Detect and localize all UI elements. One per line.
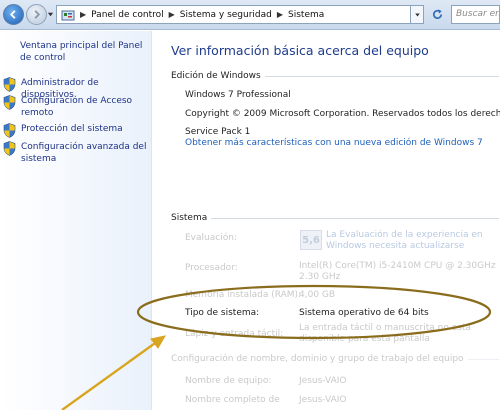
- rating-badge[interactable]: 5,6: [300, 230, 322, 250]
- rating-label: Evaluación:: [185, 233, 237, 243]
- memory-label: Memoria instalada (RAM):: [185, 290, 302, 300]
- pen-touch-value: La entrada táctil o manuscrita no está d…: [299, 323, 471, 344]
- computer-name-value: Jesus-VAIO: [299, 376, 347, 386]
- rating-badge-value: 5,6: [302, 234, 320, 246]
- system-type-value: Sistema operativo de 64 bits: [299, 308, 429, 318]
- section-windows-edition: Edición de Windows: [171, 71, 499, 81]
- section-heading: Sistema: [171, 213, 208, 223]
- section-heading: Configuración de nombre, dominio y grupo…: [171, 354, 464, 364]
- sidebar-item-remote-settings[interactable]: Configuración de Acceso remoto: [3, 95, 151, 119]
- forward-button[interactable]: [26, 4, 47, 25]
- shield-icon: [3, 95, 16, 110]
- section-system: Sistema: [171, 213, 499, 223]
- sidebar: Ventana principal del Panel de control A…: [0, 31, 152, 410]
- rating-value-link[interactable]: La Evaluación de la experiencia en Windo…: [326, 230, 500, 252]
- refresh-button[interactable]: [428, 6, 446, 23]
- service-pack-value: Service Pack 1: [185, 127, 251, 137]
- sidebar-item-label: Configuración de Acceso remoto: [21, 96, 133, 118]
- arrow-right-icon: [34, 10, 41, 19]
- refresh-icon: [432, 9, 442, 19]
- breadcrumb-separator[interactable]: ▶: [167, 10, 177, 19]
- section-computer-name: Configuración de nombre, dominio y grupo…: [171, 354, 499, 364]
- shield-icon: [3, 123, 16, 138]
- full-name-value: Jesus-VAIO: [299, 395, 347, 405]
- back-button[interactable]: [3, 4, 24, 25]
- section-divider: [211, 217, 499, 219]
- sidebar-item-advanced-system-settings[interactable]: Configuración avanzada del sistema: [3, 141, 151, 165]
- section-divider: [264, 75, 499, 77]
- full-name-label: Nombre completo de: [185, 395, 280, 405]
- system-type-label: Tipo de sistema:: [185, 308, 260, 318]
- breadcrumb[interactable]: ▶ Panel de control ▶ Sistema y seguridad…: [56, 5, 411, 24]
- computer-name-label: Nombre de equipo:: [185, 376, 272, 386]
- processor-value: Intel(R) Core(TM) i5-2410M CPU @ 2.30GHz…: [299, 261, 496, 282]
- sidebar-item-label: Configuración avanzada del sistema: [21, 142, 147, 164]
- address-bar: ▶ Panel de control ▶ Sistema y seguridad…: [0, 0, 500, 30]
- pen-touch-label: Lápiz y entrada táctil:: [185, 329, 284, 339]
- shield-icon: [3, 77, 16, 92]
- main-content: Ver información básica acerca del equipo…: [153, 31, 500, 410]
- arrow-left-icon: [9, 10, 16, 19]
- breadcrumb-separator[interactable]: ▶: [275, 10, 285, 19]
- upgrade-windows-link[interactable]: Obtener más características con una nuev…: [185, 138, 483, 148]
- control-panel-icon: [61, 10, 75, 20]
- chevron-down-icon: [414, 13, 420, 16]
- shield-icon: [3, 141, 16, 156]
- sidebar-item-system-protection[interactable]: Protección del sistema: [3, 123, 151, 138]
- section-heading: Edición de Windows: [171, 71, 261, 81]
- breadcrumb-item-sistema-y-seguridad[interactable]: Sistema y seguridad: [177, 10, 275, 20]
- processor-label: Procesador:: [185, 263, 238, 273]
- windows-edition-value: Windows 7 Professional: [185, 90, 291, 100]
- sidebar-item-label: Protección del sistema: [21, 124, 123, 134]
- page-title: Ver información básica acerca del equipo: [171, 43, 429, 58]
- breadcrumb-item-panel-de-control[interactable]: Panel de control: [88, 10, 166, 20]
- address-dropdown-button[interactable]: [411, 5, 424, 24]
- memory-value: 4,00 GB: [299, 290, 336, 300]
- breadcrumb-item-sistema[interactable]: Sistema: [285, 10, 327, 20]
- copyright-text: Copyright © 2009 Microsoft Corporation. …: [185, 109, 500, 119]
- breadcrumb-separator[interactable]: ▶: [78, 10, 88, 19]
- section-divider: [467, 358, 499, 360]
- search-input[interactable]: Buscar en Pa: [451, 5, 500, 24]
- sidebar-control-panel-home-link[interactable]: Ventana principal del Panel de control: [20, 40, 150, 64]
- recent-pages-dropdown[interactable]: [47, 11, 54, 18]
